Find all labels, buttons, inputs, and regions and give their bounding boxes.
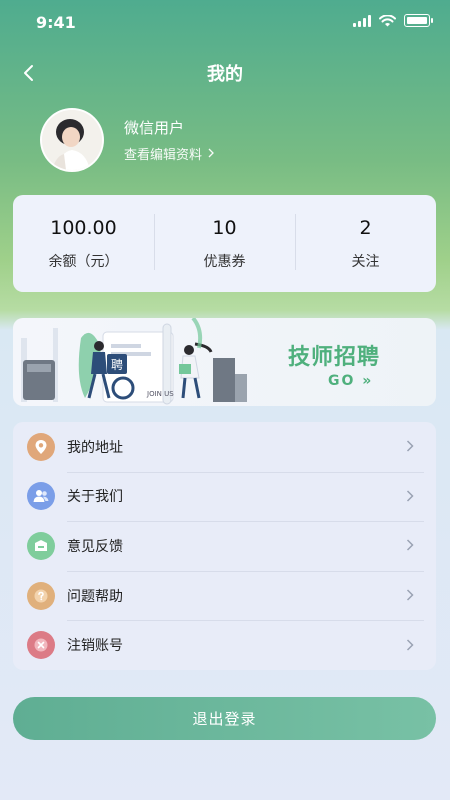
menu-item-feedback[interactable]: 意见反馈 <box>13 521 436 571</box>
edit-profile-label: 查看编辑资料 <box>124 148 203 163</box>
help-icon <box>27 581 55 610</box>
menu-item-label: 我的地址 <box>67 439 123 456</box>
stat-value: 100.00 <box>50 216 117 239</box>
banner-door-text: JOIN US <box>146 390 174 398</box>
stat-value: 10 <box>212 216 237 239</box>
chevron-right-icon <box>406 586 414 605</box>
status-time: 9:41 <box>36 13 76 32</box>
menu-item-help[interactable]: 问题帮助 <box>13 570 436 621</box>
location-pin-icon <box>27 432 55 461</box>
avatar[interactable] <box>40 108 104 172</box>
menu-item-deactivate[interactable]: 注销账号 <box>13 620 436 670</box>
stats-card: 100.00 余额（元） 10 优惠券 2 关注 <box>13 195 436 292</box>
wifi-icon <box>379 14 396 26</box>
stat-balance[interactable]: 100.00 余额（元） <box>13 217 154 271</box>
stat-value: 2 <box>359 216 372 239</box>
status-icons <box>353 14 433 27</box>
stat-label: 优惠券 <box>203 253 246 270</box>
close-circle-icon <box>27 631 55 660</box>
banner-sign-text: 聘 <box>111 358 123 372</box>
chevron-right-icon <box>406 487 414 506</box>
chevron-right-icon <box>208 147 214 161</box>
stat-label: 关注 <box>351 253 380 270</box>
menu-item-label: 问题帮助 <box>67 588 123 605</box>
chevron-right-icon <box>406 536 414 555</box>
stat-following[interactable]: 2 关注 <box>295 213 436 271</box>
stat-label: 余额（元） <box>48 253 119 270</box>
menu-item-label: 关于我们 <box>67 489 123 506</box>
users-icon <box>27 482 55 511</box>
chevron-right-icon <box>406 437 414 456</box>
menu-item-label: 注销账号 <box>67 638 123 655</box>
chevron-right-icon <box>406 636 414 655</box>
recruitment-banner[interactable]: 聘 JOIN US 技师招聘 GO » <box>13 318 436 406</box>
menu-item-address[interactable]: 我的地址 <box>13 422 436 472</box>
menu-item-label: 意见反馈 <box>67 538 123 555</box>
user-name: 微信用户 <box>124 119 185 137</box>
menu-item-about[interactable]: 关于我们 <box>13 471 436 522</box>
profile-section[interactable]: 微信用户 查看编辑资料 <box>40 108 214 172</box>
logout-button[interactable]: 退出登录 <box>13 697 436 740</box>
banner-go-label[interactable]: GO » <box>328 373 373 389</box>
recruitment-illustration: 聘 JOIN US <box>21 318 247 405</box>
nav-bar: 我的 <box>0 52 450 92</box>
stat-coupons[interactable]: 10 优惠券 <box>154 213 295 271</box>
battery-icon <box>404 14 433 27</box>
menu-list: 我的地址 关于我们 意见反馈 问题帮助 注销账号 <box>13 422 436 670</box>
edit-profile-link[interactable]: 查看编辑资料 <box>124 144 214 163</box>
signal-icon <box>353 14 371 27</box>
page-title: 我的 <box>207 64 243 85</box>
status-bar: 9:41 <box>0 0 450 44</box>
banner-title: 技师招聘 <box>288 345 381 370</box>
feedback-icon <box>27 531 55 560</box>
